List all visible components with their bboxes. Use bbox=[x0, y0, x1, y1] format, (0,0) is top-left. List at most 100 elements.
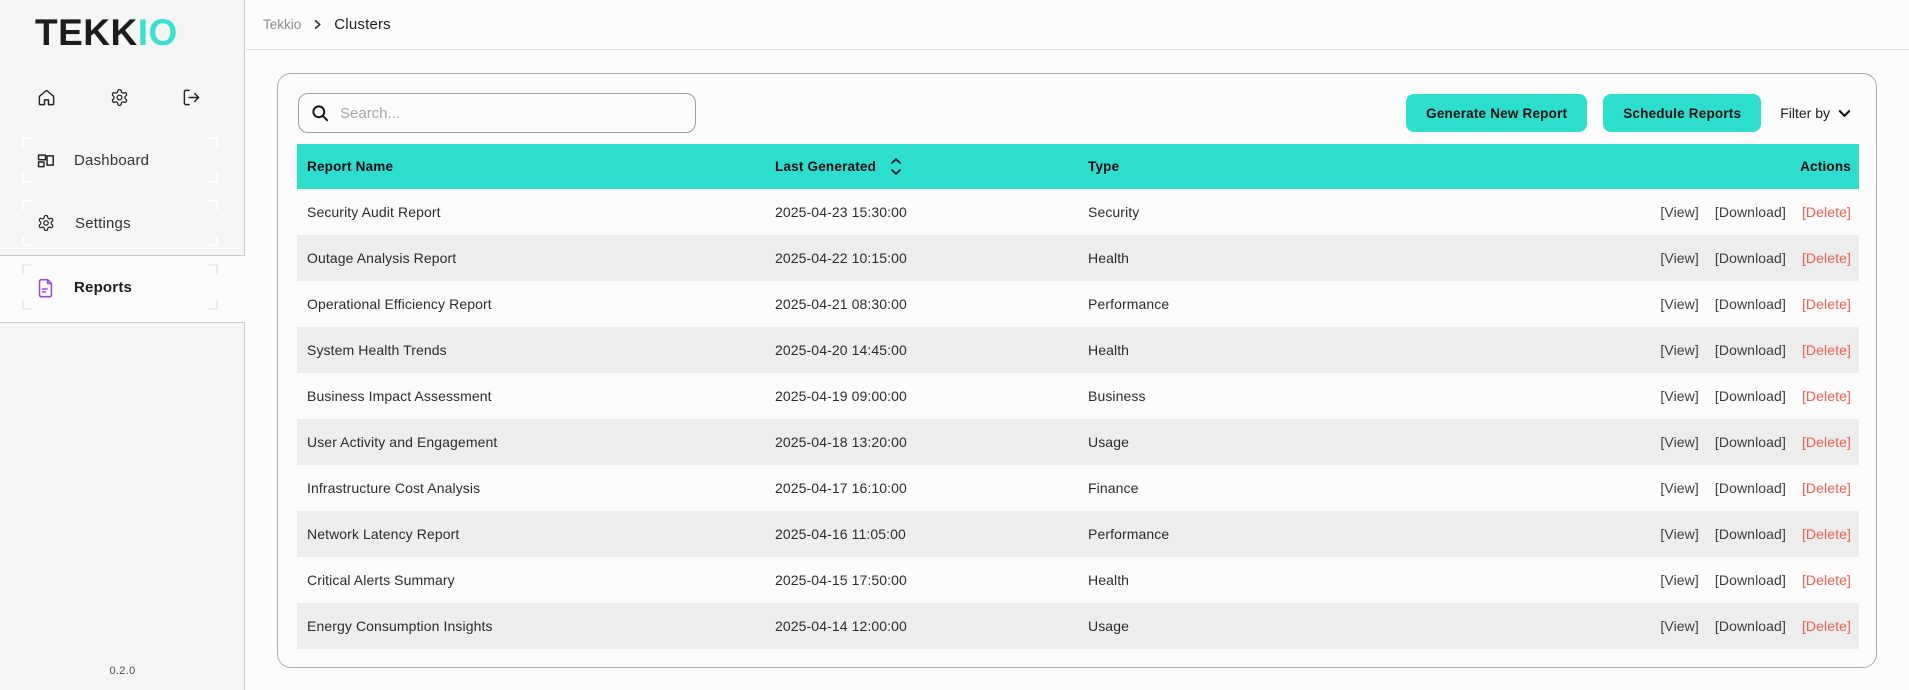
download-link[interactable]: [Download] bbox=[1715, 480, 1786, 496]
report-type-cell: Health bbox=[1088, 572, 1130, 588]
report-type-cell: Usage bbox=[1088, 618, 1129, 634]
download-link[interactable]: [Download] bbox=[1715, 434, 1786, 450]
download-link[interactable]: [Download] bbox=[1715, 388, 1786, 404]
download-link[interactable]: [Download] bbox=[1715, 204, 1786, 220]
table-row: Infrastructure Cost Analysis 2025-04-17 … bbox=[297, 465, 1859, 511]
report-name-cell: Operational Efficiency Report bbox=[307, 296, 492, 312]
last-generated-cell: 2025-04-14 12:00:00 bbox=[775, 618, 907, 634]
search-input[interactable] bbox=[340, 104, 683, 122]
view-link[interactable]: [View] bbox=[1660, 526, 1698, 542]
schedule-reports-button[interactable]: Schedule Reports bbox=[1603, 94, 1762, 132]
filter-by-label: Filter by bbox=[1780, 105, 1830, 121]
sidebar-item-settings[interactable]: Settings bbox=[22, 200, 218, 246]
file-icon bbox=[37, 278, 54, 297]
report-type-cell: Business bbox=[1088, 388, 1146, 404]
delete-link[interactable]: [Delete] bbox=[1802, 204, 1851, 220]
report-name-cell: Outage Analysis Report bbox=[307, 250, 457, 266]
last-generated-cell: 2025-04-20 14:45:00 bbox=[775, 342, 907, 358]
report-type-cell: Security bbox=[1088, 204, 1140, 220]
view-link[interactable]: [View] bbox=[1660, 480, 1698, 496]
table-row: Network Latency Report 2025-04-16 11:05:… bbox=[297, 511, 1859, 557]
download-link[interactable]: [Download] bbox=[1715, 572, 1786, 588]
brand-logo: TEKKIO bbox=[35, 12, 178, 54]
last-generated-cell: 2025-04-23 15:30:00 bbox=[775, 204, 907, 220]
view-link[interactable]: [View] bbox=[1660, 250, 1698, 266]
table-row: Energy Consumption Insights 2025-04-14 1… bbox=[297, 603, 1859, 649]
report-name-cell: Network Latency Report bbox=[307, 526, 460, 542]
download-link[interactable]: [Download] bbox=[1715, 618, 1786, 634]
generate-new-report-button[interactable]: Generate New Report bbox=[1406, 94, 1588, 132]
table-header-row: Report Name Last Generated Type Actions bbox=[297, 144, 1859, 189]
view-link[interactable]: [View] bbox=[1660, 204, 1698, 220]
row-actions: [View] [Download] [Delete] bbox=[1609, 434, 1859, 450]
table-row: System Health Trends 2025-04-20 14:45:00… bbox=[297, 327, 1859, 373]
delete-link[interactable]: [Delete] bbox=[1802, 618, 1851, 634]
delete-link[interactable]: [Delete] bbox=[1802, 526, 1851, 542]
view-link[interactable]: [View] bbox=[1660, 296, 1698, 312]
last-generated-cell: 2025-04-17 16:10:00 bbox=[775, 480, 907, 496]
logout-icon[interactable] bbox=[182, 88, 201, 107]
search-box[interactable] bbox=[298, 93, 696, 133]
view-link[interactable]: [View] bbox=[1660, 618, 1698, 634]
row-actions: [View] [Download] [Delete] bbox=[1609, 250, 1859, 266]
sort-icon[interactable] bbox=[890, 156, 902, 177]
sidebar-item-dashboard[interactable]: Dashboard bbox=[22, 137, 218, 183]
delete-link[interactable]: [Delete] bbox=[1802, 342, 1851, 358]
row-actions: [View] [Download] [Delete] bbox=[1609, 342, 1859, 358]
report-name-cell: Business Impact Assessment bbox=[307, 388, 492, 404]
last-generated-cell: 2025-04-15 17:50:00 bbox=[775, 572, 907, 588]
brand-logo-accent: IO bbox=[137, 12, 178, 53]
column-header-report-name[interactable]: Report Name bbox=[297, 159, 775, 174]
table-body: Security Audit Report 2025-04-23 15:30:0… bbox=[297, 189, 1859, 649]
sidebar-item-label: Reports bbox=[74, 278, 133, 296]
row-actions: [View] [Download] [Delete] bbox=[1609, 204, 1859, 220]
last-generated-cell: 2025-04-22 10:15:00 bbox=[775, 250, 907, 266]
row-actions: [View] [Download] [Delete] bbox=[1609, 296, 1859, 312]
view-link[interactable]: [View] bbox=[1660, 572, 1698, 588]
report-type-cell: Performance bbox=[1088, 526, 1170, 542]
sidebar-item-label: Dashboard bbox=[74, 151, 150, 169]
row-actions: [View] [Download] [Delete] bbox=[1609, 480, 1859, 496]
breadcrumb-root[interactable]: Tekkio bbox=[263, 17, 301, 32]
row-actions: [View] [Download] [Delete] bbox=[1609, 526, 1859, 542]
download-link[interactable]: [Download] bbox=[1715, 526, 1786, 542]
delete-link[interactable]: [Delete] bbox=[1802, 480, 1851, 496]
download-link[interactable]: [Download] bbox=[1715, 296, 1786, 312]
sidebar-item-reports[interactable]: Reports bbox=[22, 264, 218, 310]
column-header-last-generated[interactable]: Last Generated bbox=[775, 156, 1088, 177]
reports-card: Generate New Report Schedule Reports Fil… bbox=[277, 73, 1877, 668]
delete-link[interactable]: [Delete] bbox=[1802, 250, 1851, 266]
dashboard-icon bbox=[37, 152, 54, 169]
delete-link[interactable]: [Delete] bbox=[1802, 572, 1851, 588]
delete-link[interactable]: [Delete] bbox=[1802, 388, 1851, 404]
brand-logo-primary: TEKK bbox=[35, 12, 138, 53]
table-row: Outage Analysis Report 2025-04-22 10:15:… bbox=[297, 235, 1859, 281]
last-generated-cell: 2025-04-21 08:30:00 bbox=[775, 296, 907, 312]
sidebar-quick-icons bbox=[37, 88, 201, 107]
view-link[interactable]: [View] bbox=[1660, 434, 1698, 450]
report-type-cell: Health bbox=[1088, 342, 1130, 358]
sidebar-item-label: Settings bbox=[75, 214, 131, 232]
table-row: User Activity and Engagement 2025-04-18 … bbox=[297, 419, 1859, 465]
search-icon bbox=[311, 104, 330, 123]
row-actions: [View] [Download] [Delete] bbox=[1609, 388, 1859, 404]
download-link[interactable]: [Download] bbox=[1715, 250, 1786, 266]
app-version: 0.2.0 bbox=[109, 665, 136, 677]
column-header-type[interactable]: Type bbox=[1088, 159, 1609, 174]
delete-link[interactable]: [Delete] bbox=[1802, 434, 1851, 450]
gear-icon[interactable] bbox=[110, 88, 129, 107]
delete-link[interactable]: [Delete] bbox=[1802, 296, 1851, 312]
home-icon[interactable] bbox=[37, 88, 56, 107]
report-type-cell: Performance bbox=[1088, 296, 1170, 312]
chevron-right-icon bbox=[312, 19, 323, 30]
breadcrumb-bar: Tekkio Clusters bbox=[246, 0, 1909, 50]
view-link[interactable]: [View] bbox=[1660, 388, 1698, 404]
column-header-actions: Actions bbox=[1800, 159, 1851, 174]
report-name-cell: Security Audit Report bbox=[307, 204, 441, 220]
download-link[interactable]: [Download] bbox=[1715, 342, 1786, 358]
view-link[interactable]: [View] bbox=[1660, 342, 1698, 358]
filter-by-dropdown[interactable]: Filter by bbox=[1780, 105, 1852, 121]
report-name-cell: User Activity and Engagement bbox=[307, 434, 498, 450]
report-type-cell: Finance bbox=[1088, 480, 1139, 496]
last-generated-cell: 2025-04-16 11:05:00 bbox=[775, 526, 906, 542]
